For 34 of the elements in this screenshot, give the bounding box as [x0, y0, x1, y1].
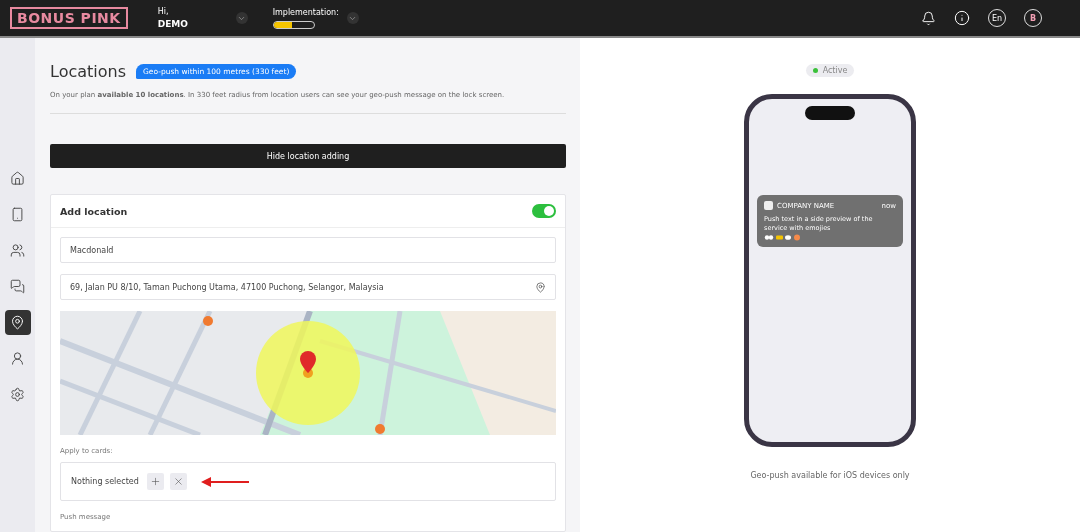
select-value: Nothing selected	[71, 477, 139, 486]
sidebar-item[interactable]	[4, 310, 31, 335]
app-icon	[764, 201, 773, 210]
add-button[interactable]	[146, 473, 164, 490]
page-title: Locations	[50, 62, 126, 81]
toggle-switch[interactable]	[532, 204, 556, 218]
emoji-icons	[764, 234, 802, 242]
card-title: Add location	[60, 205, 128, 217]
greeting: Hi,	[157, 7, 170, 16]
implementation-label: Implementation:	[272, 7, 340, 17]
user-icon	[10, 351, 25, 366]
location-pin-icon	[535, 281, 546, 293]
users-icon	[10, 243, 25, 258]
ios-note: Geo-push available for iOS devices only	[750, 471, 910, 480]
home-icon	[10, 171, 25, 186]
bell-icon[interactable]	[921, 10, 936, 26]
status-badge: Active	[805, 64, 855, 77]
address-field[interactable]: 69, Jalan PU 8/10, Taman Puchong Utama, 47100 Puchong, Selangor, Malaysia	[60, 274, 556, 300]
camera-island	[805, 106, 855, 120]
close-icon	[172, 476, 184, 487]
clear-button[interactable]	[169, 473, 187, 490]
name-field[interactable]: Macdonald	[60, 237, 556, 263]
location-pin-icon	[10, 315, 25, 330]
phone-icon	[10, 207, 25, 222]
settings-icon	[10, 387, 25, 402]
user-name: DEMO	[157, 19, 189, 29]
info-icon[interactable]	[954, 10, 970, 26]
arrow-icon	[200, 476, 249, 487]
logo[interactable]: BONUS PINK	[10, 7, 128, 29]
chat-icon	[10, 279, 25, 294]
plus-icon	[149, 476, 161, 487]
dropdown-button[interactable]	[235, 12, 248, 24]
hide-location-button[interactable]: Hide location adding	[50, 144, 566, 168]
dropdown-button[interactable]	[346, 12, 359, 24]
